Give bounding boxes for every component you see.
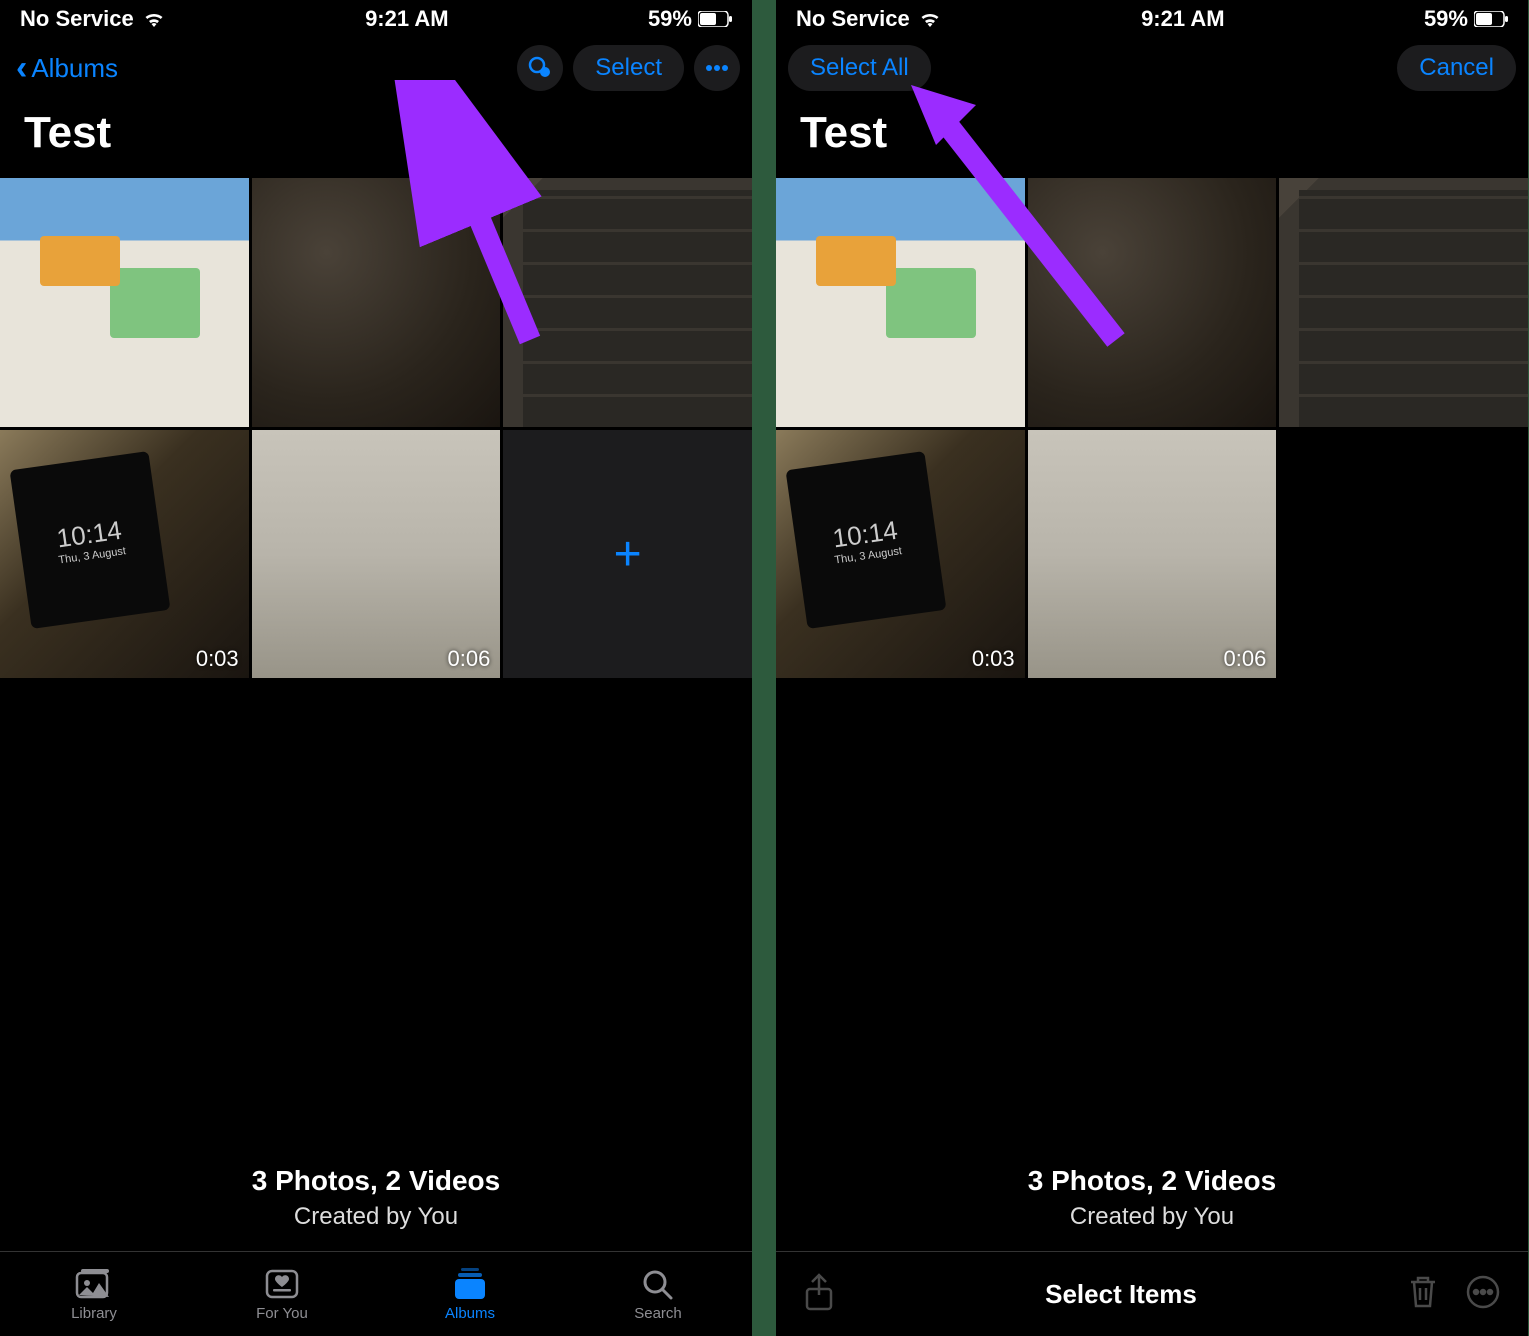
photo-thumbnail[interactable] [1279, 178, 1528, 427]
media-count: 3 Photos, 2 Videos [776, 1165, 1528, 1197]
video-duration: 0:06 [448, 646, 491, 672]
photo-thumbnail[interactable] [0, 178, 249, 427]
more-actions-button[interactable] [1466, 1275, 1500, 1314]
tab-search[interactable]: Search [564, 1252, 752, 1336]
video-duration: 0:03 [972, 646, 1015, 672]
video-thumbnail[interactable]: 0:06 [1028, 430, 1277, 679]
ellipsis-icon [706, 65, 728, 71]
albums-icon [451, 1267, 489, 1301]
clock: 9:21 AM [1141, 6, 1225, 32]
battery-icon [1474, 11, 1508, 27]
trash-icon [1408, 1274, 1438, 1310]
created-by: Created by You [0, 1203, 752, 1231]
share-icon [804, 1273, 834, 1311]
battery-percent: 59% [648, 6, 692, 32]
tab-bar: Library For You Albums Search [0, 1251, 752, 1336]
tab-albums[interactable]: Albums [376, 1252, 564, 1336]
battery-icon [698, 11, 732, 27]
chevron-left-icon: ‹ [12, 49, 31, 88]
service-status: No Service [20, 6, 134, 32]
media-count: 3 Photos, 2 Videos [0, 1165, 752, 1197]
status-bar: No Service 9:21 AM 59% [0, 0, 752, 38]
add-photo-tile[interactable]: + [503, 430, 752, 679]
share-button[interactable] [804, 1273, 834, 1316]
service-status: No Service [796, 6, 910, 32]
photo-thumbnail[interactable] [1028, 178, 1277, 427]
for-you-icon [263, 1267, 301, 1301]
cancel-button[interactable]: Cancel [1397, 45, 1516, 91]
ellipsis-circle-icon [1466, 1275, 1500, 1309]
nav-bar: ‹ Albums Select [0, 38, 752, 98]
selection-action-bar: Select Items [776, 1251, 1528, 1336]
album-summary: 3 Photos, 2 Videos Created by You [776, 1155, 1528, 1251]
screen-2-select-mode: No Service 9:21 AM 59% Select All Cancel… [776, 0, 1528, 1336]
wifi-icon [142, 10, 166, 28]
plus-icon: + [614, 527, 642, 582]
shared-people-icon [527, 55, 553, 81]
album-title: Test [776, 98, 1528, 178]
video-duration: 0:03 [196, 646, 239, 672]
video-duration: 0:06 [1224, 646, 1267, 672]
wifi-icon [918, 10, 942, 28]
created-by: Created by You [776, 1203, 1528, 1231]
photo-thumbnail[interactable] [503, 178, 752, 427]
photo-thumbnail[interactable] [252, 178, 501, 427]
library-icon [75, 1267, 113, 1301]
video-thumbnail[interactable]: 10:14Thu, 3 August 0:03 [0, 430, 249, 679]
video-thumbnail[interactable]: 0:06 [252, 430, 501, 679]
album-title: Test [0, 98, 752, 178]
more-button[interactable] [694, 45, 740, 91]
select-all-button[interactable]: Select All [788, 45, 931, 91]
video-thumbnail[interactable]: 10:14Thu, 3 August 0:03 [776, 430, 1025, 679]
shared-library-button[interactable] [517, 45, 563, 91]
screen-1-album-view: No Service 9:21 AM 59% ‹ Albums Select [0, 0, 752, 1336]
delete-button[interactable] [1408, 1274, 1438, 1315]
tab-for-you[interactable]: For You [188, 1252, 376, 1336]
battery-percent: 59% [1424, 6, 1468, 32]
back-label: Albums [31, 53, 118, 84]
selection-title: Select Items [1045, 1279, 1197, 1310]
status-bar: No Service 9:21 AM 59% [776, 0, 1528, 38]
photo-thumbnail[interactable] [776, 178, 1025, 427]
tab-library[interactable]: Library [0, 1252, 188, 1336]
photo-grid: 10:14Thu, 3 August 0:03 0:06 [776, 178, 1528, 678]
album-summary: 3 Photos, 2 Videos Created by You [0, 1155, 752, 1251]
clock: 9:21 AM [365, 6, 449, 32]
select-button[interactable]: Select [573, 45, 684, 91]
back-button[interactable]: ‹ Albums [12, 49, 118, 88]
nav-bar: Select All Cancel [776, 38, 1528, 98]
photo-grid: 10:14Thu, 3 August 0:03 0:06 + [0, 178, 752, 678]
search-icon [639, 1267, 677, 1301]
